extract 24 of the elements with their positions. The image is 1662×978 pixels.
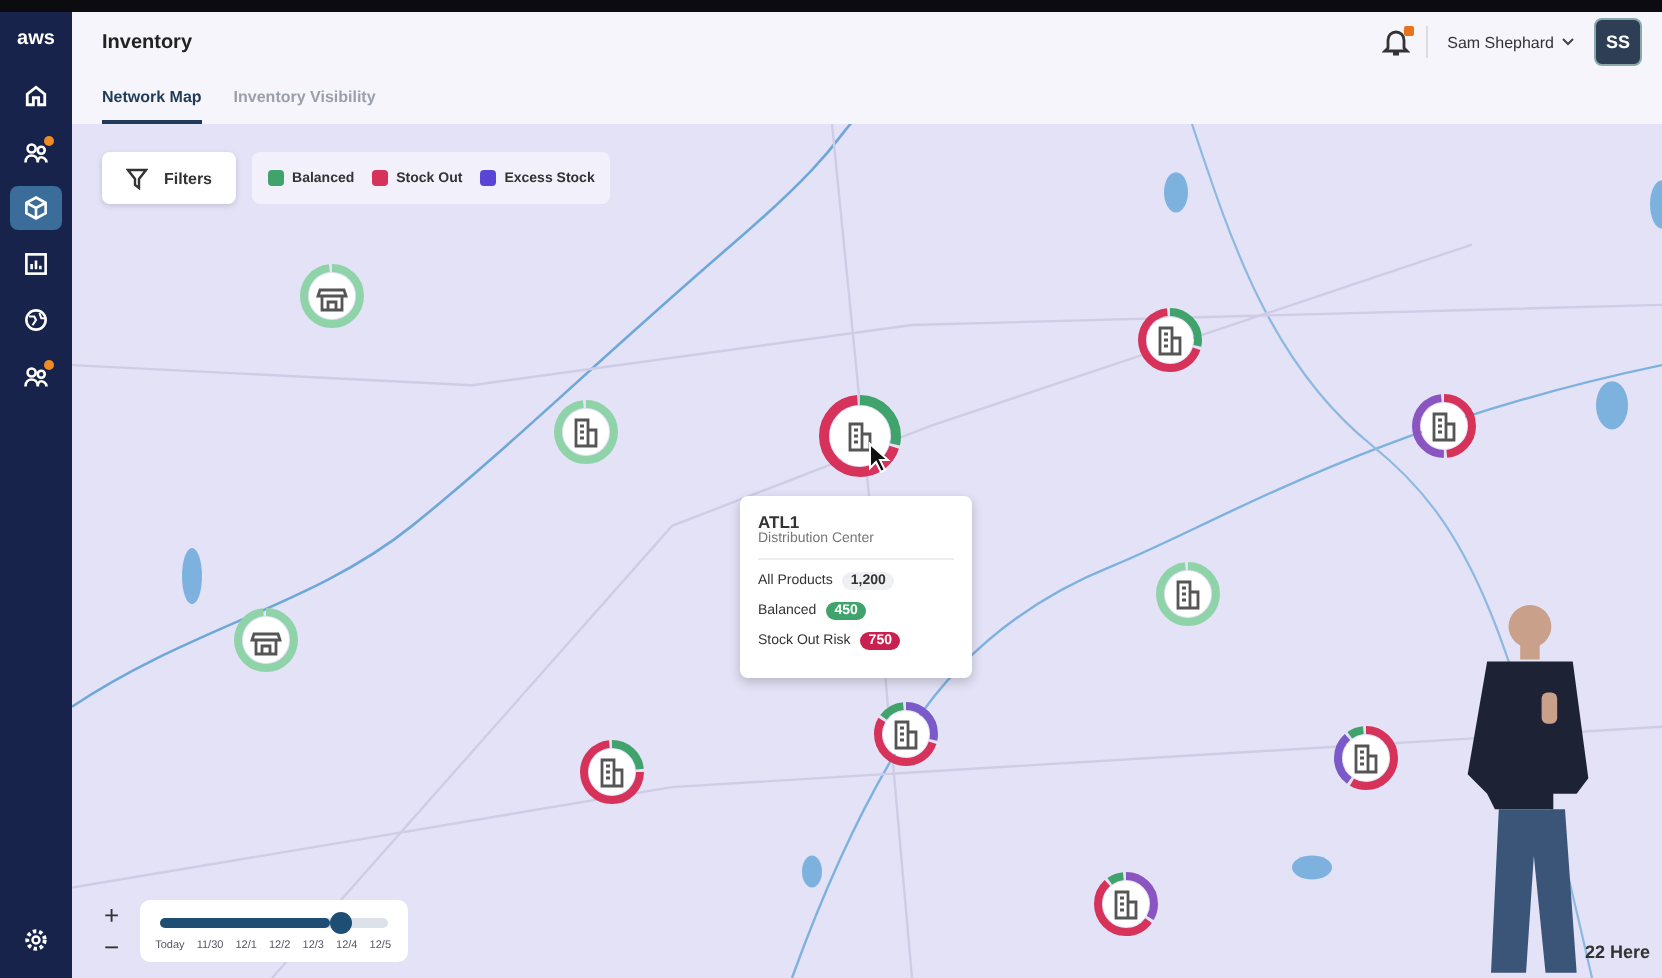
- page-title: Inventory: [102, 31, 195, 53]
- filter-icon: [126, 167, 148, 189]
- settings-icon[interactable]: [22, 926, 50, 954]
- cursor-icon: [868, 442, 892, 474]
- caret-icon: [1562, 38, 1574, 46]
- chart-icon: [22, 250, 50, 278]
- cube-icon: [22, 194, 50, 222]
- user-menu[interactable]: Sam Shephard: [1443, 33, 1578, 51]
- aws-logo: aws: [17, 26, 55, 54]
- globe-icon: [22, 306, 50, 334]
- people-icon: [22, 138, 50, 166]
- filters-button[interactable]: Filters: [102, 152, 237, 204]
- map-attribution: 22 Here: [1584, 942, 1650, 962]
- bell-icon[interactable]: [1381, 26, 1410, 58]
- popup-title: ATL1: [758, 512, 800, 532]
- home-icon: [22, 82, 50, 110]
- warehouse-marker[interactable]: [816, 392, 904, 480]
- people-icon: [22, 362, 50, 390]
- zoom-out-button[interactable]: −: [96, 933, 128, 961]
- zoom-in-button[interactable]: +: [96, 901, 128, 929]
- nav-item[interactable]: [10, 186, 62, 230]
- slider-thumb[interactable]: [330, 912, 353, 934]
- timeline-slider[interactable]: [159, 918, 388, 928]
- user-avatar[interactable]: SS: [1594, 18, 1642, 66]
